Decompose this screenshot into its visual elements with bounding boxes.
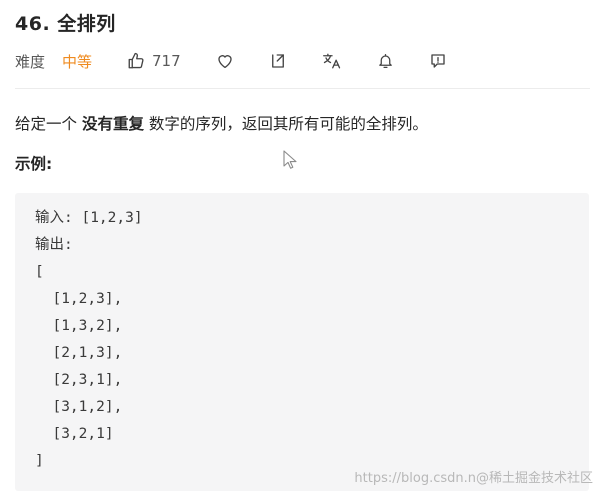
translate-icon [323, 53, 341, 69]
heart-icon [218, 55, 232, 69]
share-icon [272, 54, 284, 68]
like-count: 717 [152, 52, 181, 70]
feedback-button[interactable] [429, 48, 447, 74]
code-line: [1,3,2], [35, 318, 123, 334]
problem-description: 给定一个 没有重复 数字的序列，返回其所有可能的全排列。 [15, 112, 428, 134]
code-line: [3,1,2], [35, 399, 123, 415]
code-line: [2,1,3], [35, 345, 123, 361]
description-text-end: 数字的序列，返回其所有可能的全排列。 [143, 115, 428, 133]
bell-icon [379, 53, 392, 69]
watermark: https://blog.csdn.n@稀土掘金技术社区 [354, 471, 593, 486]
description-text-start: 给定一个 [15, 115, 82, 133]
thumbs-up-icon [128, 52, 144, 69]
problem-meta-bar: 难度 中等 717 [15, 48, 585, 74]
code-line: 输入: [1,2,3] [35, 210, 143, 226]
difficulty-label: 难度 [15, 53, 46, 71]
example-heading: 示例: [15, 155, 53, 173]
feedback-icon [431, 54, 445, 68]
translate-button[interactable] [322, 48, 342, 74]
code-line: [3,2,1] [35, 426, 114, 442]
description-emphasis: 没有重复 [81, 115, 144, 133]
code-line: [1,2,3], [35, 291, 123, 307]
code-line: [ [35, 264, 44, 280]
header-divider [15, 88, 590, 89]
code-line: [2,3,1], [35, 372, 123, 388]
cursor-icon [283, 150, 297, 169]
difficulty-badge: 中等 [62, 53, 93, 71]
like-button[interactable]: 717 [127, 48, 181, 74]
favorite-button[interactable] [216, 48, 234, 74]
problem-title: 46. 全排列 [15, 13, 116, 35]
share-button[interactable] [269, 48, 287, 74]
example-code-block: 输入: [1,2,3] 输出: [ [1,2,3], [1,3,2], [2,1… [15, 193, 589, 491]
notification-button[interactable] [377, 48, 394, 74]
code-line: 输出: [35, 237, 73, 253]
code-line: ] [35, 453, 44, 469]
